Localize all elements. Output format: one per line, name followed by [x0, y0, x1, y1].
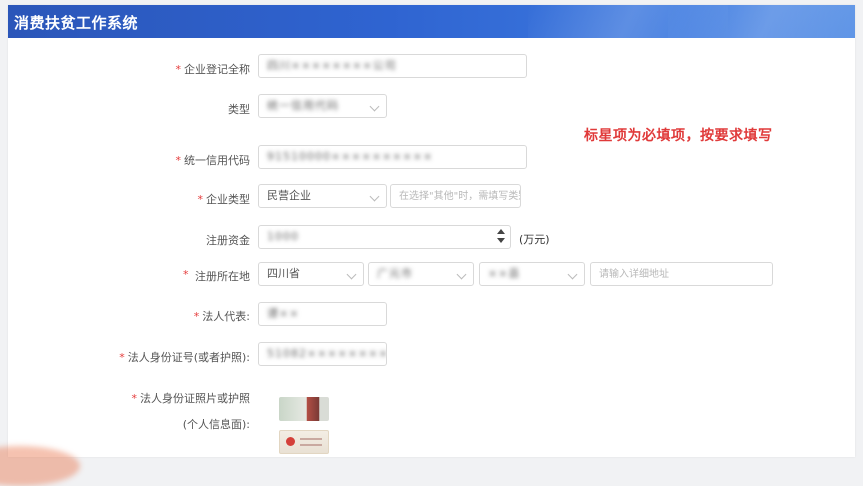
province-value: 四川省 [267, 267, 300, 280]
enterprise-type-select[interactable]: 民营企业 [258, 184, 387, 208]
chevron-down-icon [456, 269, 467, 280]
category-label: 类型 [228, 103, 250, 116]
province-select[interactable]: 四川省 [258, 262, 364, 286]
required-asterisk: * [175, 154, 182, 167]
id-photo-label: * 法人身份证照片或护照 [131, 392, 251, 405]
number-stepper[interactable] [496, 228, 506, 246]
national-emblem-icon [286, 437, 295, 446]
header-decoration [668, 5, 855, 38]
company-name-value: 四川××××××××公司 [267, 59, 397, 72]
legal-rep-input[interactable]: 谭×× [258, 302, 387, 326]
capital-unit: (万元) [519, 233, 550, 246]
enterprise-type-value: 民营企业 [267, 189, 311, 202]
credit-code-label: * 统一信用代码 [175, 154, 251, 167]
category-select[interactable]: 统一信用代码 [258, 94, 387, 118]
address-placeholder: 请输入详细地址 [599, 269, 669, 280]
enterprise-type-other-placeholder: 在选择"其他"时，需填写类别 [399, 191, 521, 202]
credit-code-input[interactable]: 91510000×××××××××× [258, 145, 527, 169]
app-title: 消费扶贫工作系统 [14, 14, 139, 32]
legal-id-label: * 法人身份证号(或者护照): [119, 351, 250, 364]
credit-code-value: 91510000×××××××××× [267, 150, 434, 163]
app-window: 消费扶贫工作系统 标星项为必填项，按要求填写 * 企业登记全称 四川×××××××… [8, 5, 855, 457]
id-photo-back-thumbnail[interactable] [279, 430, 329, 454]
city-select[interactable]: 广元市 [368, 262, 474, 286]
county-select[interactable]: ××县 [479, 262, 585, 286]
card-text-line [300, 444, 322, 446]
stepper-down-icon[interactable] [497, 238, 505, 243]
legal-rep-label: * 法人代表: [193, 310, 250, 323]
chevron-down-icon [567, 269, 578, 280]
required-asterisk: * [131, 392, 138, 405]
stepper-up-icon[interactable] [497, 229, 505, 234]
city-value: 广元市 [377, 267, 413, 280]
required-fields-notice: 标星项为必填项，按要求填写 [584, 128, 773, 144]
required-asterisk: * [175, 63, 182, 76]
registered-capital-value: 1000 [267, 230, 299, 243]
required-asterisk: * [119, 351, 125, 364]
enterprise-type-label: * 企业类型 [197, 193, 251, 206]
address-input[interactable]: 请输入详细地址 [590, 262, 773, 286]
company-name-input[interactable]: 四川××××××××公司 [258, 54, 527, 78]
registered-capital-label: 注册资金 [206, 234, 250, 247]
required-asterisk: * [193, 310, 200, 323]
chevron-down-icon [346, 269, 357, 280]
company-name-label: * 企业登记全称 [175, 63, 251, 76]
id-photo-label-sub: (个人信息面): [182, 418, 250, 431]
id-photo-front-thumbnail[interactable] [279, 397, 329, 421]
legal-id-value: 51082××××××××××××× [267, 347, 387, 360]
chevron-down-icon [369, 191, 380, 202]
required-asterisk: * [183, 268, 189, 281]
legal-id-input[interactable]: 51082××××××××××××× [258, 342, 387, 366]
legal-rep-value: 谭×× [267, 307, 300, 320]
card-text-line [300, 438, 322, 440]
required-asterisk: * [197, 193, 204, 206]
enterprise-type-other-input[interactable]: 在选择"其他"时，需填写类别 [390, 184, 521, 208]
county-value: ××县 [488, 267, 521, 280]
app-header: 消费扶贫工作系统 [8, 5, 855, 38]
location-label: 注册所在地 [195, 270, 250, 283]
chevron-down-icon [369, 101, 380, 112]
registered-capital-input[interactable]: 1000 [258, 225, 511, 249]
category-value: 统一信用代码 [267, 99, 339, 112]
